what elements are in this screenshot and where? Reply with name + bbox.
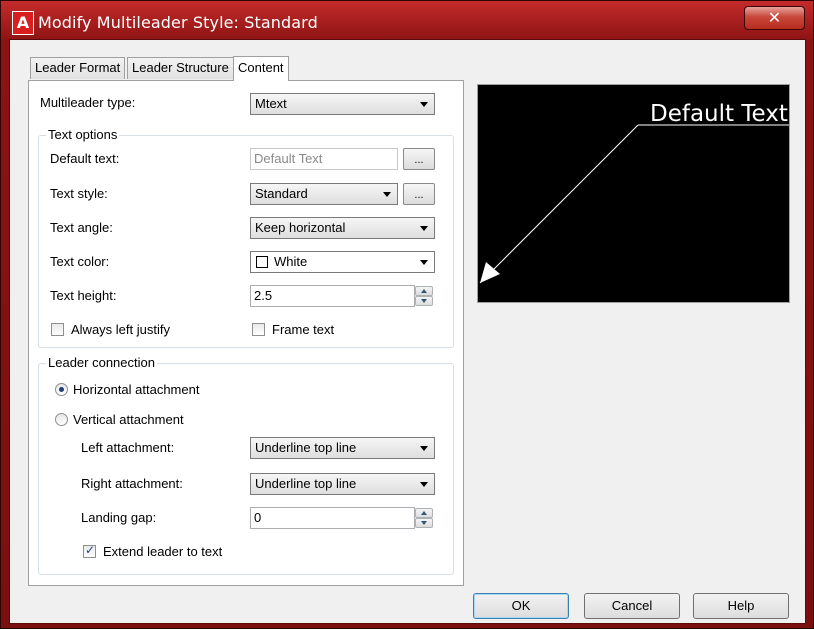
default-text-field[interactable]: Default Text — [250, 148, 398, 170]
dialog-window: A Modify Multileader Style: Standard ✕ L… — [0, 0, 814, 629]
text-style-dropdown[interactable]: Standard — [250, 183, 398, 205]
arrow-up-icon — [421, 289, 427, 293]
landing-gap-spinner[interactable] — [415, 507, 435, 529]
leader-connection-title: Leader connection — [46, 355, 157, 370]
autocad-logo-icon: A — [12, 11, 34, 35]
text-style-browse-button[interactable]: ... — [403, 183, 435, 205]
chevron-down-icon — [383, 192, 391, 197]
style-preview: Default Text — [477, 84, 790, 303]
window-title: Modify Multileader Style: Standard — [38, 13, 318, 32]
content-tab-panel: Multileader type: Mtext Text options Def… — [28, 80, 464, 586]
extend-leader-label: Extend leader to text — [103, 544, 223, 559]
right-attachment-dropdown[interactable]: Underline top line — [250, 473, 435, 495]
spin-up-button[interactable] — [415, 286, 433, 296]
tab-leader-format[interactable]: Leader Format — [30, 57, 126, 79]
chevron-down-icon — [420, 482, 428, 487]
left-attachment-label: Left attachment: — [81, 440, 175, 455]
vertical-attachment-label: Vertical attachment — [73, 412, 184, 427]
text-color-value: White — [274, 254, 308, 269]
default-text-label: Default text: — [50, 151, 120, 166]
close-button[interactable]: ✕ — [744, 6, 805, 30]
extend-leader-checkbox[interactable]: ✓ — [83, 543, 96, 558]
text-color-dropdown[interactable]: White — [250, 251, 435, 273]
chevron-down-icon — [420, 226, 428, 231]
text-color-label: Text color: — [50, 254, 110, 269]
text-height-label: Text height: — [50, 288, 117, 303]
vertical-attachment-radio[interactable] — [55, 413, 68, 426]
left-attachment-value: Underline top line — [255, 440, 357, 455]
always-left-justify-checkbox[interactable] — [51, 323, 64, 336]
leader-preview-graphic: Default Text — [479, 101, 789, 284]
landing-gap-label: Landing gap: — [81, 510, 157, 525]
text-angle-label: Text angle: — [50, 220, 113, 235]
preview-text: Default Text — [650, 101, 788, 127]
ok-button[interactable]: OK — [473, 593, 569, 619]
arrow-down-icon — [421, 299, 427, 303]
chevron-down-icon — [420, 102, 428, 107]
right-attachment-value: Underline top line — [255, 476, 357, 491]
cancel-button[interactable]: Cancel — [584, 593, 680, 619]
arrow-up-icon — [421, 511, 427, 515]
multileader-type-dropdown[interactable]: Mtext — [250, 93, 435, 115]
checkmark-icon: ✓ — [85, 543, 96, 557]
tab-content[interactable]: Content — [233, 56, 289, 81]
chevron-down-icon — [420, 260, 428, 265]
dialog-client-area: Leader Format Leader Structure Content M… — [9, 39, 806, 624]
tab-leader-structure[interactable]: Leader Structure — [127, 57, 234, 79]
color-swatch — [256, 256, 268, 268]
landing-gap-field[interactable]: 0 — [250, 507, 415, 529]
text-height-field[interactable]: 2.5 — [250, 285, 415, 307]
title-bar[interactable]: A Modify Multileader Style: Standard ✕ — [1, 1, 813, 39]
chevron-down-icon — [420, 446, 428, 451]
leader-line — [479, 124, 639, 284]
spin-up-button[interactable] — [415, 508, 433, 518]
default-text-browse-button[interactable]: ... — [403, 148, 435, 170]
radio-selected-dot — [59, 387, 64, 392]
arrow-down-icon — [421, 521, 427, 525]
multileader-type-label: Multileader type: — [40, 95, 136, 110]
always-left-justify-label: Always left justify — [71, 322, 170, 337]
text-angle-value: Keep horizontal — [255, 220, 346, 235]
horizontal-attachment-radio[interactable] — [55, 383, 68, 396]
spin-down-button[interactable] — [415, 518, 433, 528]
text-angle-dropdown[interactable]: Keep horizontal — [250, 217, 435, 239]
right-attachment-label: Right attachment: — [81, 476, 183, 491]
text-options-title: Text options — [46, 127, 120, 142]
frame-text-label: Frame text — [272, 322, 335, 337]
multileader-type-value: Mtext — [255, 96, 287, 111]
text-height-spinner[interactable] — [415, 285, 435, 307]
horizontal-attachment-label: Horizontal attachment — [73, 382, 200, 397]
left-attachment-dropdown[interactable]: Underline top line — [250, 437, 435, 459]
frame-text-checkbox[interactable] — [252, 323, 265, 336]
spin-down-button[interactable] — [415, 296, 433, 306]
arrowhead-icon — [480, 262, 500, 283]
help-button[interactable]: Help — [693, 593, 789, 619]
text-style-value: Standard — [255, 186, 308, 201]
text-style-label: Text style: — [50, 186, 108, 201]
